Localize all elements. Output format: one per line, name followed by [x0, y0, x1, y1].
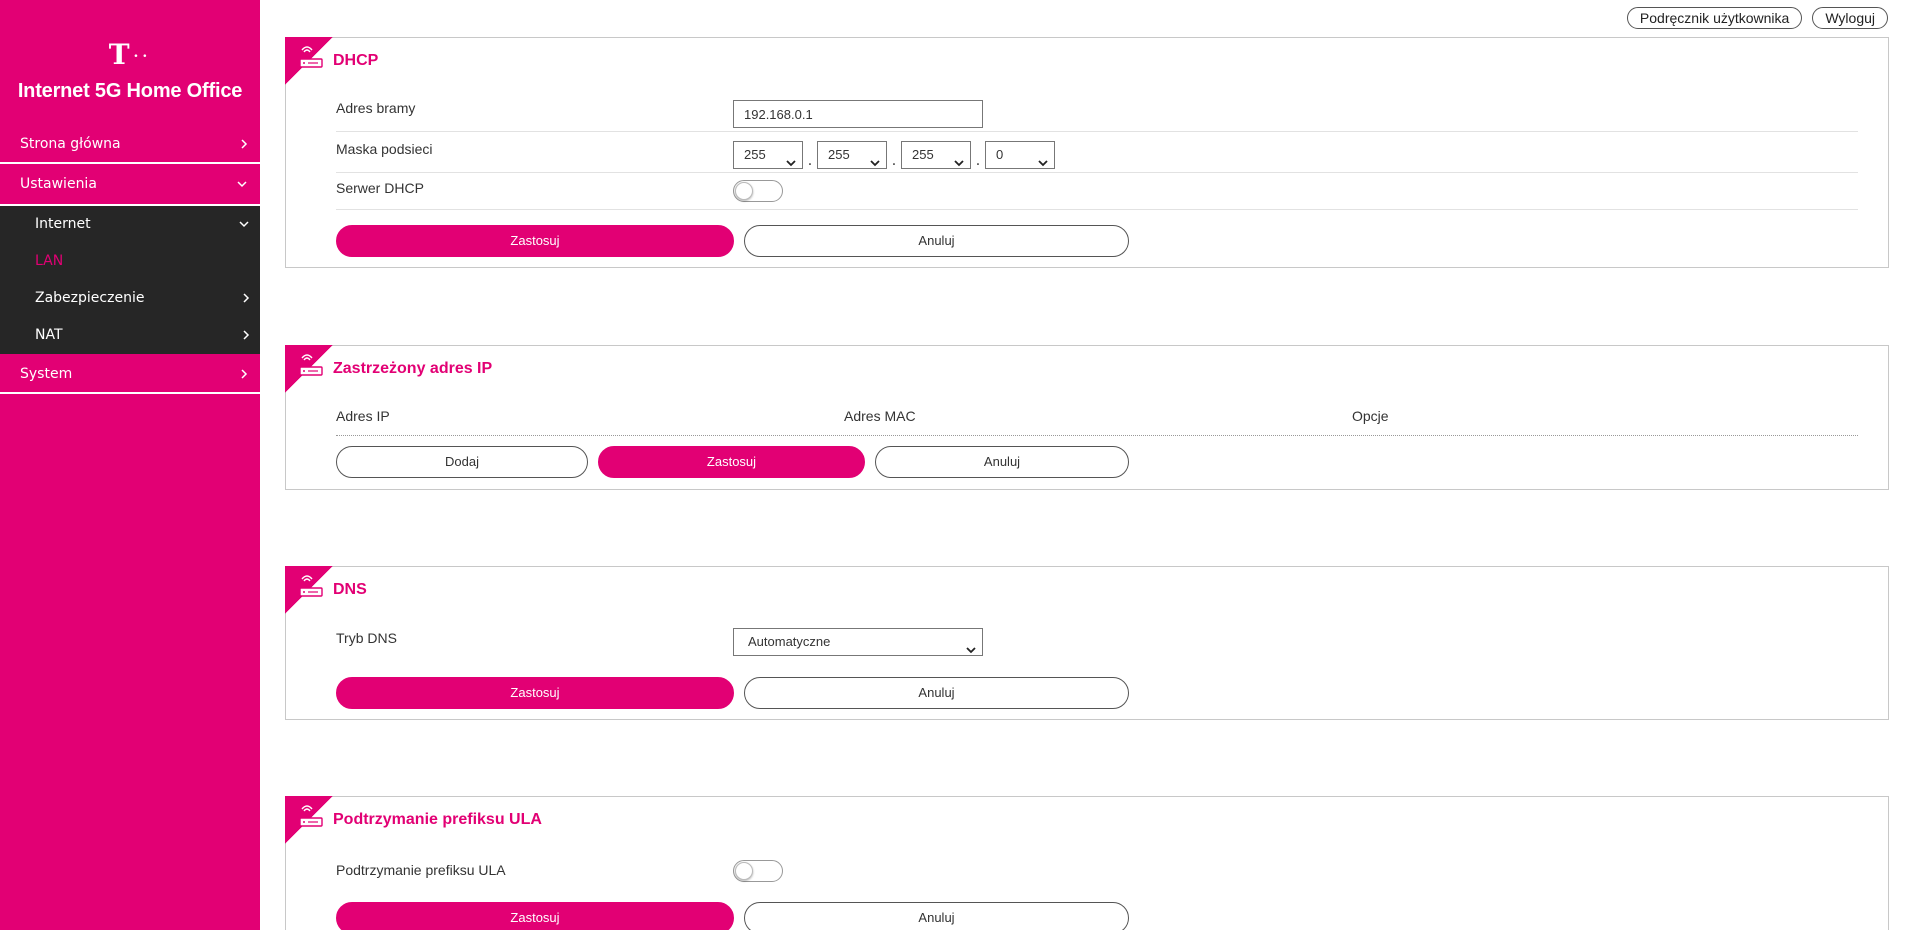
reserved-ip-table-header: Adres IP Adres MAC Opcje: [336, 406, 1858, 436]
logout-button[interactable]: Wyloguj: [1812, 7, 1888, 29]
chevron-down-icon: [786, 150, 796, 176]
dns-mode-label: Tryb DNS: [336, 630, 397, 646]
chevron-down-icon: [238, 206, 250, 243]
ula-apply-button[interactable]: Zastosuj: [336, 902, 734, 930]
ula-toggle-label: Podtrzymanie prefiksu ULA: [336, 862, 506, 878]
ula-cancel-button[interactable]: Anuluj: [744, 902, 1129, 930]
subnet-mask-row: Maska podsieci 255. 255. 255. 0: [336, 139, 1858, 173]
top-links: Podręcznik użytkownika Wyloguj: [1626, 7, 1888, 29]
settings-submenu: Internet LAN Zabezpieczenie NAT: [0, 204, 260, 354]
chevron-right-icon: [240, 354, 248, 394]
mask-octet-2-select[interactable]: 255: [817, 141, 887, 169]
select-value: 255: [828, 147, 850, 162]
chevron-right-icon: [242, 317, 250, 354]
mask-separator: .: [975, 153, 981, 169]
subnav-item-security[interactable]: Zabezpieczenie: [0, 280, 260, 317]
nav-item-system[interactable]: System: [0, 354, 260, 394]
router-icon: [298, 575, 324, 603]
ula-toggle[interactable]: [733, 860, 783, 882]
logo-area: T·· Internet 5G Home Office: [0, 0, 260, 124]
mask-octet-3-select[interactable]: 255: [901, 141, 971, 169]
column-header-options: Opcje: [1352, 408, 1389, 424]
panel-title: Podtrzymanie prefiksu ULA: [333, 811, 542, 828]
subnav-item-label: Zabezpieczenie: [35, 290, 145, 306]
mask-octet-4-select[interactable]: 0: [985, 141, 1055, 169]
chevron-down-icon: [236, 164, 248, 204]
dhcp-server-label: Serwer DHCP: [336, 180, 424, 196]
select-value: 255: [912, 147, 934, 162]
select-value: 0: [996, 147, 1004, 162]
gateway-label: Adres bramy: [336, 100, 416, 116]
reserved-ip-apply-button[interactable]: Zastosuj: [598, 446, 865, 478]
nav-item-home[interactable]: Strona główna: [0, 124, 260, 164]
column-header-mac: Adres MAC: [844, 408, 916, 424]
mask-separator: .: [891, 153, 897, 169]
subnav-item-nat[interactable]: NAT: [0, 317, 260, 354]
mask-octet-1-select[interactable]: 255: [733, 141, 803, 169]
chevron-down-icon: [954, 150, 964, 176]
dhcp-cancel-button[interactable]: Anuluj: [744, 225, 1129, 257]
nav-item-label: Ustawienia: [20, 176, 97, 192]
chevron-right-icon: [240, 124, 248, 164]
nav-item-label: System: [20, 366, 73, 382]
ula-panel: Podtrzymanie prefiksu ULA Podtrzymanie p…: [285, 796, 1889, 930]
router-icon: [298, 354, 324, 382]
reserved-ip-cancel-button[interactable]: Anuluj: [875, 446, 1129, 478]
column-header-ip: Adres IP: [336, 408, 390, 424]
subnav-item-lan[interactable]: LAN: [0, 243, 260, 280]
nav-item-settings[interactable]: Ustawienia: [0, 164, 260, 204]
subnet-mask-field: 255. 255. 255. 0: [733, 141, 1055, 169]
dhcp-server-row: Serwer DHCP: [336, 180, 1858, 210]
toggle-knob: [735, 862, 753, 880]
subnav-item-label: LAN: [35, 253, 64, 269]
dns-apply-button[interactable]: Zastosuj: [336, 677, 734, 709]
select-value: Automatyczne: [748, 634, 831, 649]
panel-title: DNS: [333, 581, 367, 598]
nav-item-label: Strona główna: [20, 136, 121, 152]
dhcp-apply-button[interactable]: Zastosuj: [336, 225, 734, 257]
panel-title: Zastrzeżony adres IP: [333, 360, 493, 377]
subnav-item-internet[interactable]: Internet: [0, 206, 260, 243]
reserved-ip-add-button[interactable]: Dodaj: [336, 446, 588, 478]
chevron-down-icon: [966, 637, 976, 663]
chevron-down-icon: [1038, 150, 1048, 176]
dhcp-server-toggle[interactable]: [733, 180, 783, 202]
telekom-logo: T··: [108, 38, 152, 71]
chevron-down-icon: [870, 150, 880, 176]
dns-panel: DNS Tryb DNS Automatyczne Zastosuj Anulu…: [285, 566, 1889, 720]
dns-cancel-button[interactable]: Anuluj: [744, 677, 1129, 709]
reserved-ip-panel: Zastrzeżony adres IP Adres IP Adres MAC …: [285, 345, 1889, 490]
sidebar: T·· Internet 5G Home Office Strona główn…: [0, 0, 260, 930]
dns-mode-select[interactable]: Automatyczne: [733, 628, 983, 656]
app-title: Internet 5G Home Office: [17, 79, 243, 102]
router-icon: [298, 805, 324, 833]
subnav-item-label: Internet: [35, 216, 91, 232]
subnav-item-label: NAT: [35, 327, 63, 343]
router-icon: [298, 46, 324, 74]
chevron-right-icon: [242, 280, 250, 317]
select-value: 255: [744, 147, 766, 162]
mask-separator: .: [807, 153, 813, 169]
user-manual-button[interactable]: Podręcznik użytkownika: [1626, 7, 1803, 29]
gateway-input[interactable]: [733, 100, 983, 128]
dhcp-panel: DHCP Adres bramy Maska podsieci 255.255.…: [285, 37, 1889, 268]
gateway-row: Adres bramy: [336, 98, 1858, 132]
subnet-mask-label: Maska podsieci: [336, 141, 433, 157]
toggle-knob: [735, 182, 753, 200]
panel-title: DHCP: [333, 52, 379, 69]
